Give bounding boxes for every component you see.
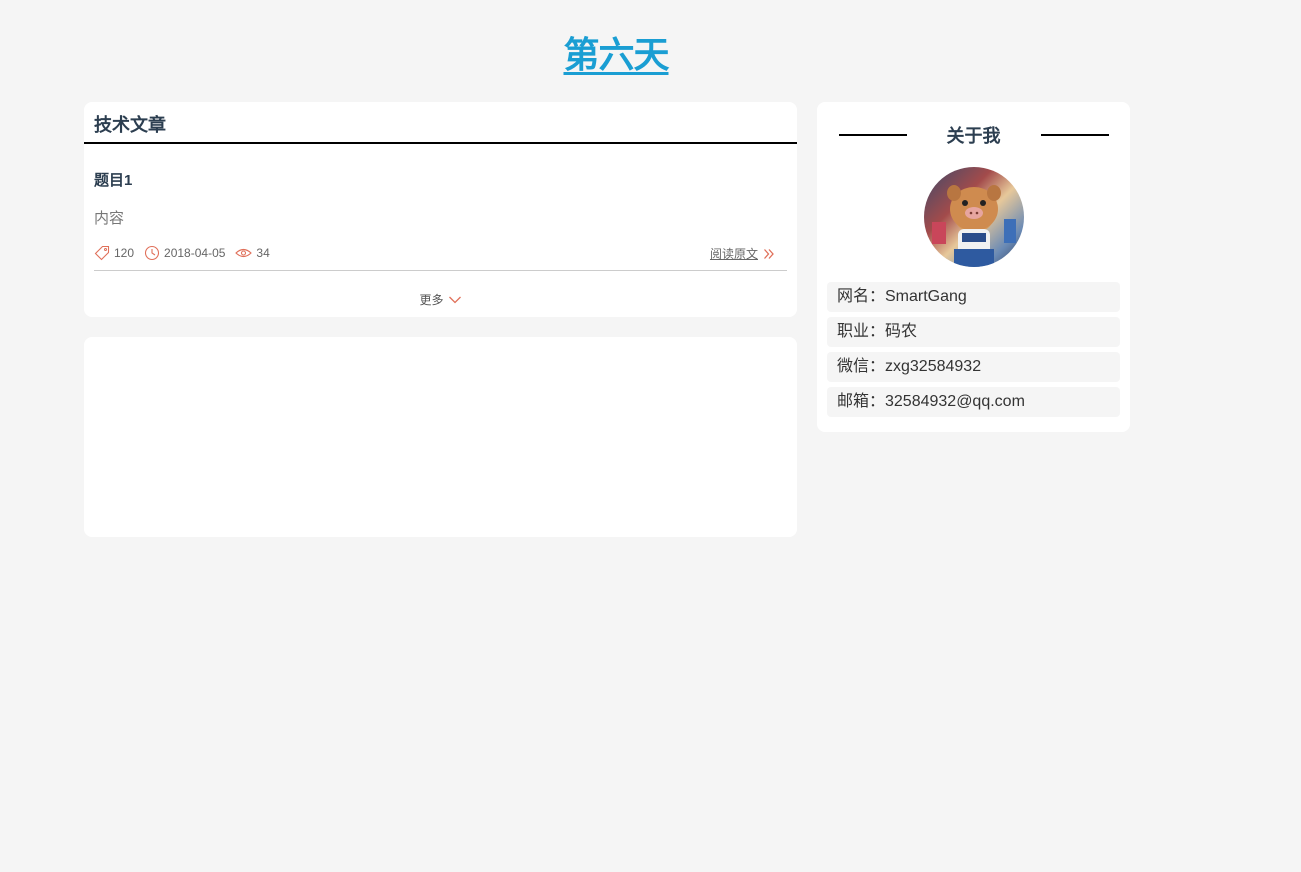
avatar — [923, 167, 1024, 267]
article-title[interactable]: 题目1 — [94, 169, 787, 190]
empty-card — [84, 337, 797, 537]
info-list: 网名：SmartGang 职业：码农 微信：zxg32584932 邮箱：325… — [817, 282, 1130, 417]
article-meta: 120 2018-04-05 34 阅读原文 — [94, 245, 787, 271]
more-label: 更多 — [419, 293, 444, 307]
tag-count: 120 — [94, 245, 134, 261]
read-more-link[interactable]: 阅读原文 — [710, 245, 775, 262]
article-views-value: 34 — [256, 246, 270, 260]
tag-icon — [94, 245, 110, 261]
about-title: 关于我 — [946, 126, 1001, 146]
about-card: 关于我 网名：SmartGang 职业：码农 微信：zxg32584932 邮箱… — [817, 102, 1130, 432]
article-item: 题目1 内容 120 2018-04-05 34 阅读原文 — [84, 169, 797, 271]
double-chevron-right-icon — [764, 248, 774, 259]
info-email: 邮箱：32584932@qq.com — [827, 387, 1120, 417]
info-job: 职业：码农 — [827, 317, 1120, 347]
site-title-wrapper: 第六天 — [0, 26, 1232, 78]
read-more-label: 阅读原文 — [709, 247, 758, 261]
tag-count-value: 120 — [114, 246, 135, 260]
main-column: 技术文章 题目1 内容 120 2018-04-05 34 阅读原文 更多 — [84, 102, 797, 537]
sidebar: 关于我 网名：SmartGang 职业：码农 微信：zxg32584932 邮箱… — [817, 102, 1130, 432]
site-title-link[interactable]: 第六天 — [563, 34, 669, 75]
more-button[interactable]: 更多 — [84, 291, 797, 308]
article-date: 2018-04-05 — [144, 245, 225, 261]
article-date-value: 2018-04-05 — [164, 246, 226, 260]
articles-card: 技术文章 题目1 内容 120 2018-04-05 34 阅读原文 更多 — [84, 102, 797, 317]
article-views: 34 — [235, 245, 270, 261]
article-content: 内容 — [94, 210, 125, 227]
about-header: 关于我 — [817, 122, 1130, 148]
header-line-left — [838, 134, 907, 136]
chevron-down-icon — [448, 296, 461, 303]
avatar-image — [931, 185, 1016, 267]
clock-icon — [144, 245, 160, 261]
header-line-right — [1040, 134, 1109, 136]
info-wechat: 微信：zxg32584932 — [827, 352, 1120, 382]
eye-icon — [235, 248, 253, 258]
info-nickname: 网名：SmartGang — [827, 282, 1120, 312]
articles-header: 技术文章 — [84, 102, 797, 144]
